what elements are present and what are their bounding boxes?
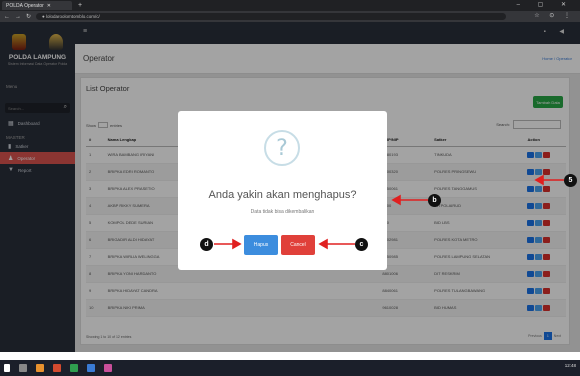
forward-icon[interactable]: →	[15, 14, 21, 20]
window-controls[interactable]: – ▢ ✕	[517, 1, 574, 8]
tab-title: POLDA Operator	[6, 2, 44, 9]
callout-c: c	[355, 238, 368, 251]
reload-icon[interactable]: ↻	[26, 13, 31, 20]
app-icon[interactable]	[70, 364, 78, 372]
tab-close-icon[interactable]: ✕	[47, 3, 51, 9]
back-icon[interactable]: ←	[4, 14, 10, 20]
search-taskbar-icon[interactable]	[19, 364, 27, 372]
new-tab-icon[interactable]: +	[78, 2, 82, 9]
browser-tab-bar: POLDA Operator ✕ + – ▢ ✕	[0, 0, 580, 11]
os-taskbar: 12:48	[0, 360, 580, 376]
callout-e: 5	[564, 174, 577, 187]
app-icon[interactable]	[36, 364, 44, 372]
callout-d: d	[200, 238, 213, 251]
browser-tab[interactable]: POLDA Operator ✕	[2, 1, 72, 10]
start-icon[interactable]	[4, 364, 10, 372]
address-bar: ← → ↻ ● lolodaroolomtomblo.com/c/ ☆ ⊙ ⋮	[0, 11, 580, 22]
callout-b: b	[428, 194, 441, 207]
app-icon[interactable]	[87, 364, 95, 372]
dialog-message: Data tidak bisa dikembalikan	[250, 209, 315, 215]
confirm-delete-button[interactable]: Hapus	[244, 235, 278, 255]
browser-menu-icons[interactable]: ☆ ⊙ ⋮	[534, 12, 574, 19]
app-icon[interactable]	[53, 364, 61, 372]
app-icon[interactable]	[104, 364, 112, 372]
url-field[interactable]: ● lolodaroolomtomblo.com/c/	[36, 13, 507, 20]
page-bottom-strip	[0, 352, 580, 360]
cancel-button[interactable]: Cancel	[281, 235, 315, 255]
dialog-title: Anda yakin akan menghapus?	[208, 189, 357, 201]
taskbar-clock: 12:48	[564, 363, 576, 368]
question-icon: ?	[264, 130, 300, 166]
